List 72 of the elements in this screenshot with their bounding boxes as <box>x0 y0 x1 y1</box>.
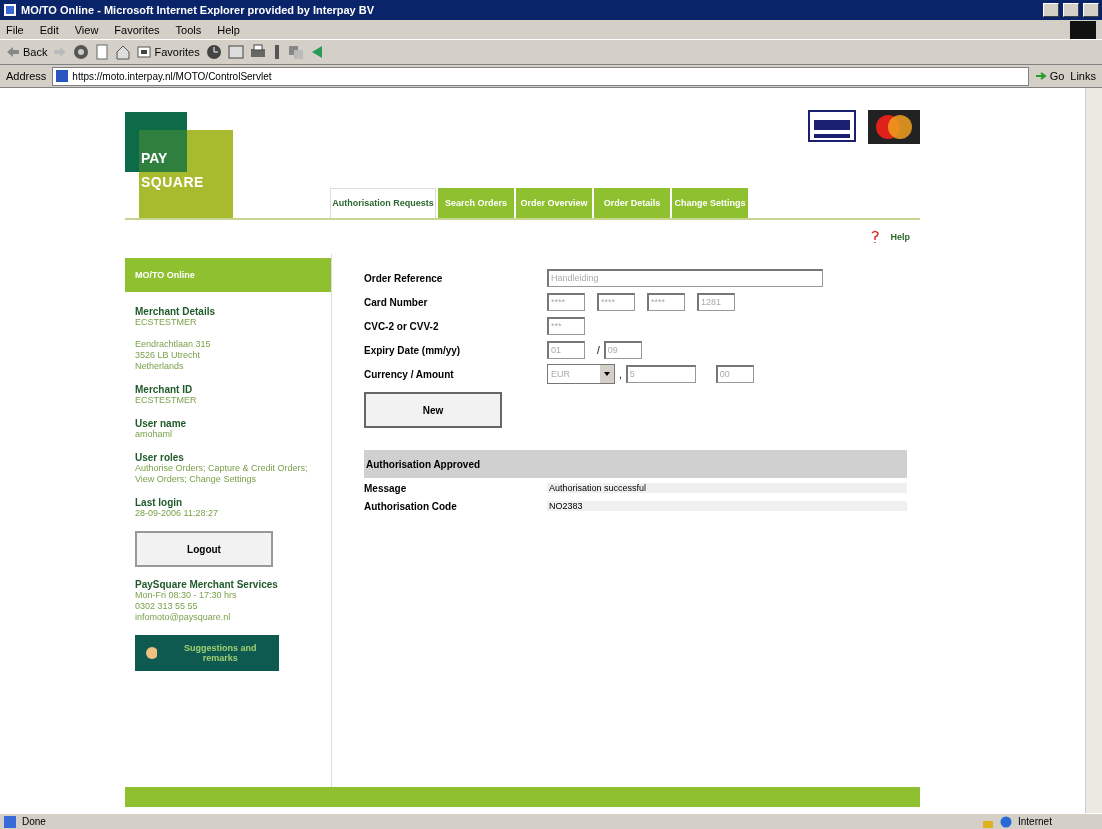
menu-item[interactable]: Help <box>217 23 240 36</box>
section-heading: User name <box>135 418 188 429</box>
globe-icon <box>1000 815 1012 828</box>
field-label: CVC-2 or CVV-2 <box>364 320 440 332</box>
arrow-icon <box>1034 71 1047 81</box>
suggestions-button[interactable]: Suggestions and remarks <box>135 635 279 671</box>
menu-item[interactable]: File <box>6 23 24 36</box>
section-heading: User roles <box>135 452 185 463</box>
page-icon <box>56 70 69 82</box>
section-text: ECSTESTMER <box>135 395 198 406</box>
help-icon[interactable] <box>870 230 881 244</box>
stop-icon[interactable] <box>73 44 90 60</box>
result-value: NO2383 <box>547 501 907 511</box>
favorites-icon <box>137 46 152 58</box>
section-text: amohaml <box>135 429 173 440</box>
address-text: Eendrachtlaan 315 <box>135 339 212 350</box>
page-icon <box>4 815 16 828</box>
section-heading: Merchant ID <box>135 384 194 395</box>
home-icon[interactable] <box>115 44 132 60</box>
links-label[interactable]: Links <box>1070 70 1096 82</box>
address-field[interactable]: https://moto.interpay.nl/MOTO/ControlServlet <box>52 66 1029 86</box>
address-text: Netherlands <box>135 361 185 372</box>
favorites-button[interactable]: Favorites <box>137 46 200 58</box>
back-button[interactable]: Back <box>6 46 48 58</box>
result-value: Authorisation successful <box>547 483 907 493</box>
section-text: 0302 313 55 55 <box>135 601 199 612</box>
section-heading: Merchant Details <box>135 306 217 317</box>
result-label: Message <box>364 482 408 494</box>
section-text: 28-09-2006 11:28:27 <box>135 508 219 519</box>
field-label: Currency / Amount <box>364 368 455 380</box>
field-label: Expiry Date (mm/yy) <box>364 344 462 356</box>
section-heading: Last login <box>135 497 184 508</box>
field-label: Card Number <box>364 296 429 308</box>
status-text: Done <box>22 816 46 827</box>
mail-icon[interactable] <box>227 44 244 60</box>
mastercard-logo <box>868 110 920 144</box>
help-link[interactable]: Help <box>890 232 910 242</box>
menu-item[interactable]: View <box>74 23 99 36</box>
go-button[interactable]: Go <box>1034 70 1065 82</box>
new-button[interactable]: New <box>364 392 502 428</box>
field-label: Order Reference <box>364 272 444 284</box>
section-heading: PaySquare Merchant Services <box>135 579 279 590</box>
section-text: Authorise Orders; Capture & Credit Orders; View Orders; Change Settings <box>135 463 309 485</box>
logout-button[interactable]: Logout <box>135 531 273 567</box>
address-label: Address <box>6 70 47 82</box>
sidebar-title: MO/TO Online <box>125 258 331 292</box>
separator-text: , <box>619 368 622 380</box>
zone-text: Internet <box>1018 816 1053 827</box>
visa-logo <box>808 110 856 142</box>
history-icon[interactable] <box>205 44 222 60</box>
bulb-icon <box>145 646 158 660</box>
section-text: Mon-Fri 08:30 - 17:30 hrs <box>135 590 238 601</box>
back-arrow-icon <box>6 46 20 58</box>
window-title: MO/TO Online - Microsoft Internet Explorer provided by Interpay BV <box>21 4 376 16</box>
address-text: 3526 LB Utrecht <box>135 350 202 361</box>
browser-icon <box>3 3 17 17</box>
scrollbar[interactable] <box>1085 88 1102 813</box>
paysquare-logo: PAY SQUARE <box>125 112 233 218</box>
menu-item[interactable]: Edit <box>39 23 59 36</box>
windows-logo-icon <box>1070 20 1096 39</box>
separator-text: / <box>597 344 600 356</box>
result-label: Authorisation Code <box>364 500 458 512</box>
minimize-button[interactable] <box>1043 3 1059 17</box>
close-button[interactable] <box>1083 3 1099 17</box>
menu-item[interactable]: Tools <box>175 23 202 36</box>
result-heading: Authorisation Approved <box>364 450 907 478</box>
nav-tab[interactable]: Authorisation Requests <box>330 188 436 218</box>
print-icon[interactable] <box>249 44 266 60</box>
section-text: ECSTESTMER <box>135 317 198 328</box>
menu-item[interactable]: Favorites <box>114 23 160 36</box>
maximize-button[interactable] <box>1063 3 1079 17</box>
section-text: infomoto@paysquare.nl <box>135 612 232 623</box>
